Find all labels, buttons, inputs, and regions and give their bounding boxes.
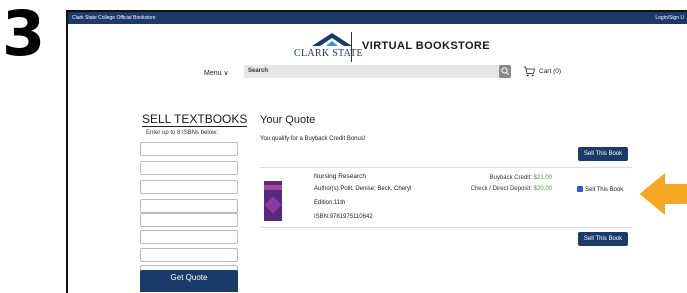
isbn-field-5[interactable] (140, 213, 238, 227)
sell-this-book-checkbox-label: Sell This Book (585, 187, 624, 193)
sell-this-book-button-bottom[interactable]: Sell This Book (578, 232, 628, 246)
buyback-credit-label: Buyback Credit: (489, 175, 532, 181)
direct-deposit-label: Check / Direct Deposit: (470, 186, 532, 192)
your-quote-heading: Your Quote (260, 114, 316, 126)
book-edition: Edition:11th (314, 200, 346, 206)
divider-top (260, 167, 632, 168)
browser-viewport: Clark State College Official Bookstore L… (66, 10, 687, 293)
isbn-field-4[interactable] (140, 199, 238, 213)
get-quote-button[interactable]: Get Quote (140, 270, 238, 292)
book-authors: Author(s):Polit, Denise; Beck, Cheryl (314, 186, 412, 192)
search-button[interactable] (499, 65, 511, 78)
direct-deposit-value: $20.00 (533, 186, 552, 192)
logo-divider (351, 32, 352, 62)
store-name: Clark State College Official Bookstore (72, 15, 156, 21)
direct-deposit: Check / Direct Deposit: $20.00 (471, 186, 552, 192)
isbn-field-3[interactable] (140, 180, 238, 194)
search-input[interactable]: Search (244, 65, 511, 78)
sell-this-book-button-top[interactable]: Sell This Book (578, 147, 628, 161)
search-icon (501, 67, 509, 75)
pointer-arrow-icon (636, 168, 687, 220)
isbn-field-1[interactable] (140, 142, 238, 156)
sell-textbooks-heading: SELL TEXTBOOKS (142, 112, 248, 127)
sell-this-book-checkbox[interactable]: Sell This Book (577, 186, 623, 193)
isbn-field-2[interactable] (140, 161, 238, 175)
top-bar: Clark State College Official Bookstore L… (68, 12, 687, 24)
book-cover-image (264, 181, 282, 221)
step-number: 3 (2, 0, 46, 70)
isbn-field-7[interactable] (140, 248, 238, 262)
buyback-credit-value: $21.00 (533, 175, 552, 181)
isbn-field-6[interactable] (140, 230, 238, 244)
divider-bottom (260, 227, 632, 228)
sell-textbooks-instructions: Enter up to 8 ISBNs below: (146, 130, 219, 136)
menu-button[interactable]: Menu ∨ (204, 69, 229, 77)
cart-icon (523, 66, 535, 77)
cart-label: Cart (0) (539, 68, 562, 75)
site-title: VIRTUAL BOOKSTORE (362, 40, 491, 52)
book-isbn: ISBN:9781975110642 (314, 214, 373, 220)
buyback-credit: Buyback Credit: $21.00 (490, 175, 552, 181)
logo-text: CLARK STATE (294, 48, 363, 59)
book-title: Nursing Research (314, 173, 367, 180)
checkbox-checked-icon[interactable] (577, 186, 583, 192)
logo-peak-icon (312, 33, 352, 46)
login-link[interactable]: Login/Sign U (655, 12, 684, 24)
bonus-message: You qualify for a Buyback Credit Bonus! (260, 136, 366, 142)
